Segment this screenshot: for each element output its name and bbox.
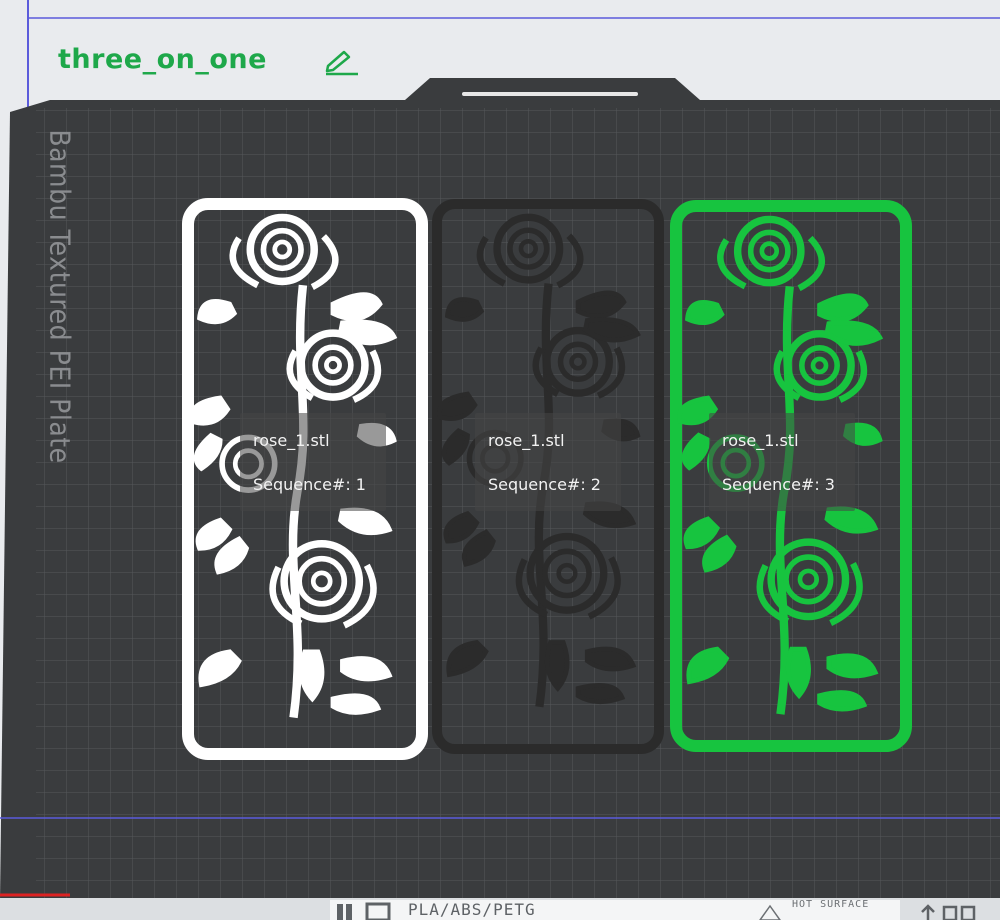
material-compat-text: PLA/ABS/PETG <box>408 900 536 919</box>
pencil-edit-icon[interactable] <box>324 48 360 76</box>
object-name: rose_1.stl <box>253 431 330 450</box>
object-sequence: Sequence#: 2 <box>488 475 601 494</box>
plate-handle-tab <box>405 78 700 100</box>
object-sequence: Sequence#: 1 <box>253 475 366 494</box>
object-sequence: Sequence#: 3 <box>722 475 835 494</box>
object-label-3: rose_1.stl Sequence#: 3 <box>709 413 855 511</box>
hot-surface-text: HOT SURFACE <box>792 899 870 910</box>
plate-name[interactable]: three_on_one <box>58 44 267 75</box>
object-name: rose_1.stl <box>488 431 565 450</box>
object-label-1: rose_1.stl Sequence#: 1 <box>240 413 386 511</box>
object-name: rose_1.stl <box>722 431 799 450</box>
object-label-2: rose_1.stl Sequence#: 2 <box>475 413 621 511</box>
plate-handle-slot <box>462 92 638 96</box>
